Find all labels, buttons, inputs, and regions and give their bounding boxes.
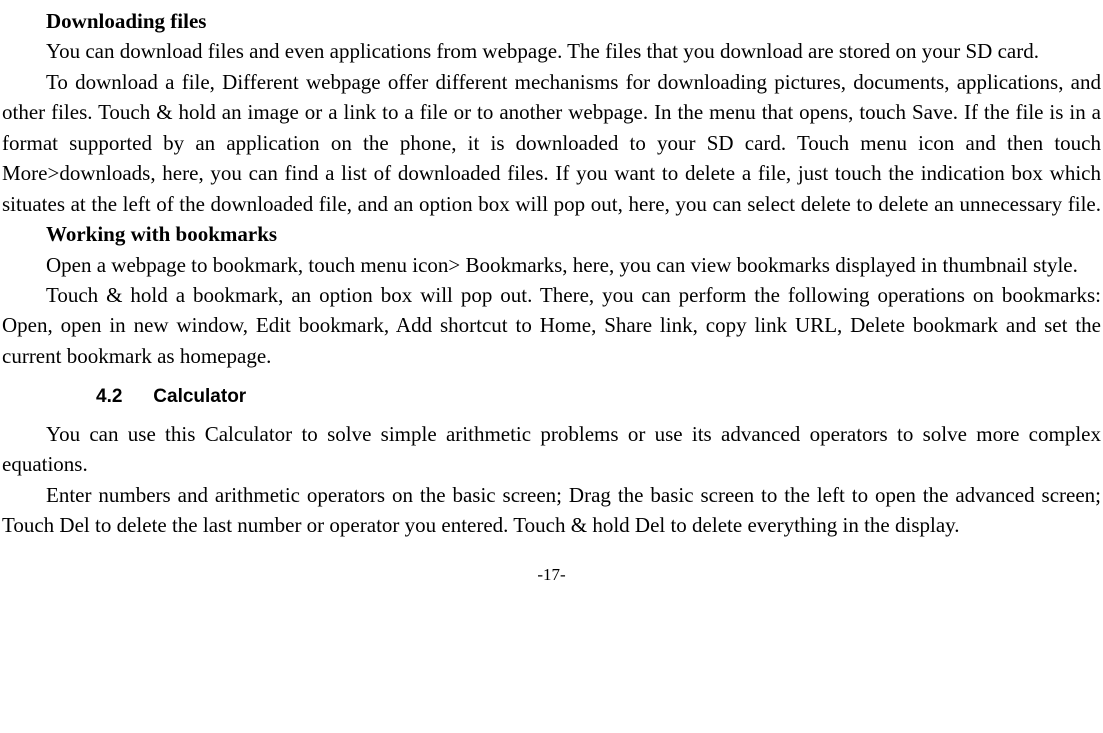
paragraph-bookmarks-body: Touch & hold a bookmark, an option box w… [2, 280, 1101, 371]
paragraph-download-intro: You can download files and even applicat… [2, 36, 1101, 66]
section-heading-calculator: 4.2 Calculator [96, 383, 1101, 411]
paragraph-download-body: To download a file, Different webpage of… [2, 67, 1101, 219]
heading-downloading-files: Downloading files [2, 6, 1101, 36]
paragraph-calculator-intro: You can use this Calculator to solve sim… [2, 419, 1101, 480]
section-number: 4.2 [96, 383, 148, 411]
heading-working-with-bookmarks: Working with bookmarks [2, 219, 1101, 249]
section-title: Calculator [153, 386, 246, 407]
page-number: -17- [2, 563, 1101, 588]
paragraph-bookmarks-intro: Open a webpage to bookmark, touch menu i… [2, 250, 1101, 280]
paragraph-calculator-body: Enter numbers and arithmetic operators o… [2, 480, 1101, 541]
